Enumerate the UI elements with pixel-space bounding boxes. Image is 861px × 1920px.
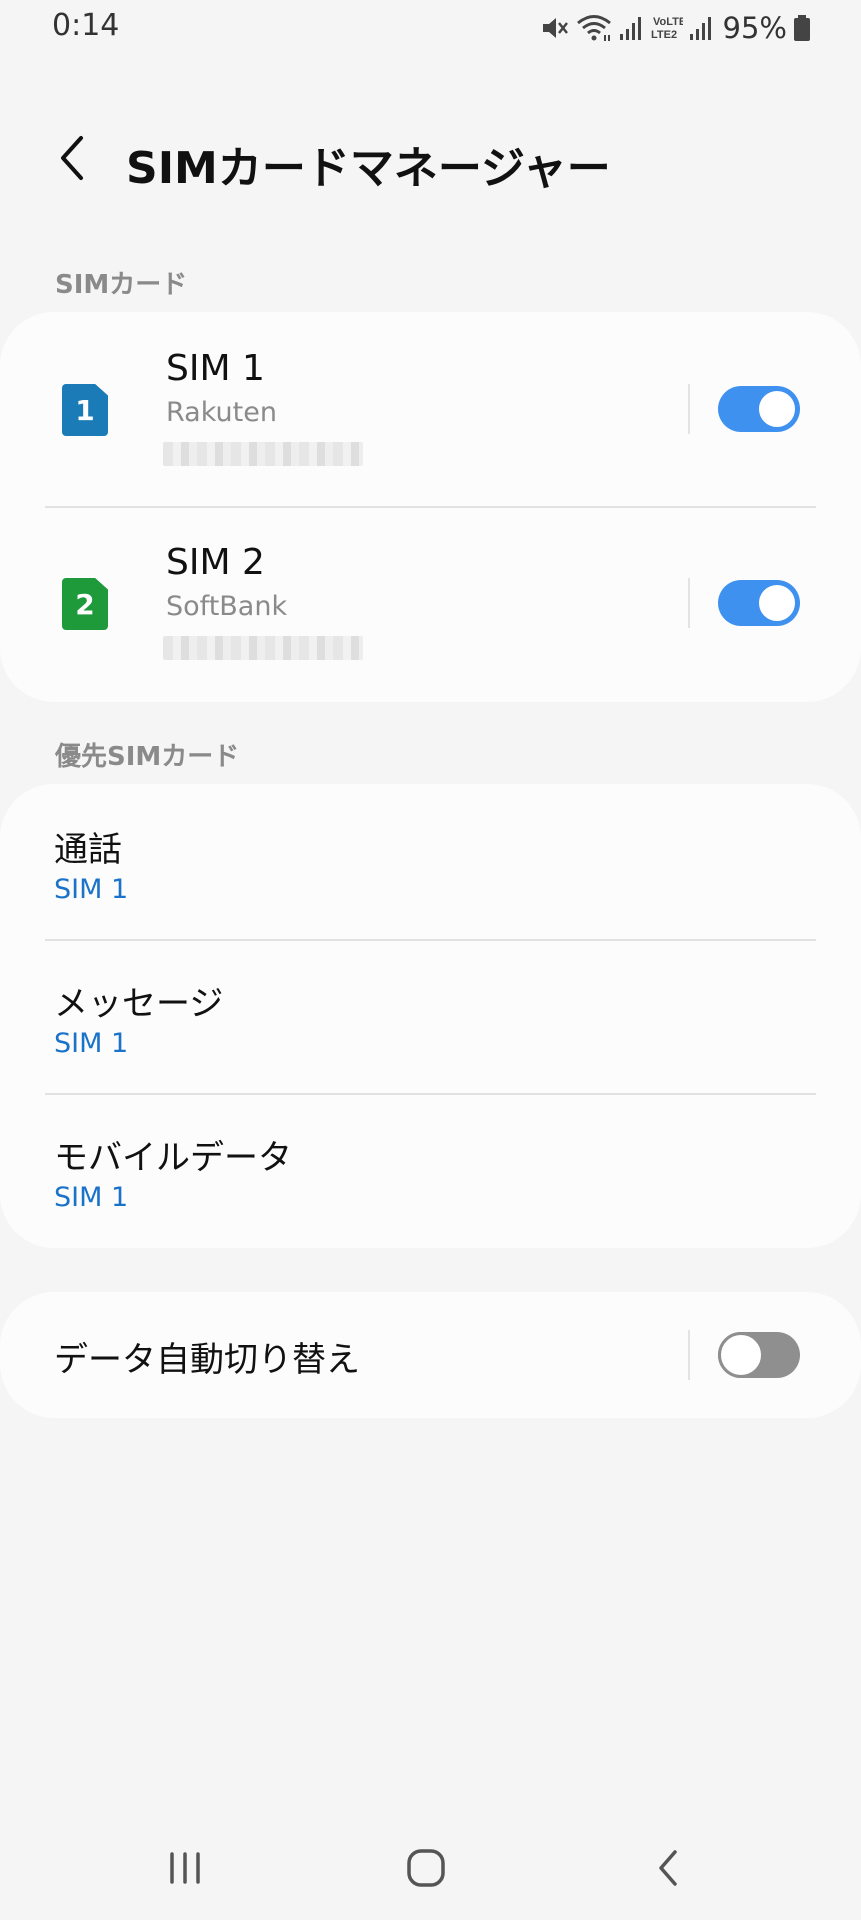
recent-apps-icon bbox=[165, 1848, 205, 1892]
sim1-carrier: Rakuten bbox=[166, 397, 277, 428]
toggle-knob bbox=[756, 388, 798, 430]
sim1-name: SIM 1 bbox=[166, 348, 265, 389]
pref-row-calls[interactable]: 通話 SIM 1 bbox=[0, 784, 861, 938]
pref-value-mobile-data: SIM 1 bbox=[54, 1182, 129, 1213]
toggle-knob bbox=[718, 1332, 764, 1378]
home-icon bbox=[404, 1846, 448, 1894]
toggle-knob bbox=[756, 582, 798, 624]
pref-value-calls: SIM 1 bbox=[54, 874, 129, 905]
preferred-section-label: 優先SIMカード bbox=[55, 742, 240, 772]
pref-value-messages: SIM 1 bbox=[54, 1028, 129, 1059]
sim1-number-redacted bbox=[163, 442, 363, 466]
status-bar: 0:14 VoLTE LTE2 95% bbox=[0, 0, 861, 60]
sim1-badge-icon: 1 bbox=[62, 384, 108, 436]
sim2-number-redacted bbox=[163, 636, 363, 660]
pref-row-messages[interactable]: メッセージ SIM 1 bbox=[0, 940, 861, 1094]
back-button[interactable] bbox=[44, 130, 100, 190]
auto-switch-card[interactable]: データ自動切り替え bbox=[0, 1292, 861, 1418]
pref-row-mobile-data[interactable]: モバイルデータ SIM 1 bbox=[0, 1094, 861, 1248]
home-button[interactable] bbox=[386, 1840, 466, 1900]
sim2-carrier: SoftBank bbox=[166, 591, 288, 622]
divider bbox=[688, 578, 690, 628]
sim-row-1[interactable]: 1 SIM 1 Rakuten bbox=[0, 312, 861, 508]
nav-back-button[interactable] bbox=[628, 1840, 708, 1900]
page-title: SIMカードマネージャー bbox=[126, 143, 611, 194]
battery-icon bbox=[793, 13, 811, 43]
back-icon bbox=[653, 1846, 683, 1894]
svg-text:VoLTE: VoLTE bbox=[653, 16, 683, 28]
divider bbox=[688, 1330, 690, 1380]
mute-icon bbox=[539, 13, 569, 43]
volte-icon: VoLTE LTE2 bbox=[649, 13, 683, 43]
pref-title-messages: メッセージ bbox=[54, 984, 224, 1024]
back-chevron-icon bbox=[57, 134, 87, 186]
pref-title-calls: 通話 bbox=[54, 830, 122, 870]
auto-switch-label: データ自動切り替え bbox=[54, 1340, 360, 1380]
divider bbox=[688, 384, 690, 434]
pref-title-mobile-data: モバイルデータ bbox=[54, 1138, 292, 1178]
recent-apps-button[interactable] bbox=[145, 1840, 225, 1900]
auto-switch-toggle[interactable] bbox=[718, 1332, 800, 1378]
status-icons: VoLTE LTE2 95% bbox=[539, 8, 811, 48]
preferred-sim-list: 通話 SIM 1 メッセージ SIM 1 モバイルデータ SIM 1 bbox=[0, 784, 861, 1248]
navigation-bar bbox=[0, 1820, 861, 1920]
sim2-badge-icon: 2 bbox=[62, 578, 108, 630]
status-time: 0:14 bbox=[52, 8, 120, 43]
app-header: SIMカードマネージャー bbox=[0, 120, 861, 200]
sim-card-list: 1 SIM 1 Rakuten 2 SIM 2 SoftBank bbox=[0, 312, 861, 702]
svg-text:LTE2: LTE2 bbox=[651, 29, 677, 41]
wifi-icon bbox=[575, 13, 613, 43]
sim1-toggle[interactable] bbox=[718, 386, 800, 432]
sim2-toggle[interactable] bbox=[718, 580, 800, 626]
signal-icon bbox=[619, 13, 643, 43]
battery-percent: 95% bbox=[722, 11, 787, 45]
sim2-name: SIM 2 bbox=[166, 542, 265, 583]
sim-section-label: SIMカード bbox=[55, 270, 188, 300]
sim-row-2[interactable]: 2 SIM 2 SoftBank bbox=[0, 508, 861, 704]
signal-icon bbox=[689, 13, 713, 43]
